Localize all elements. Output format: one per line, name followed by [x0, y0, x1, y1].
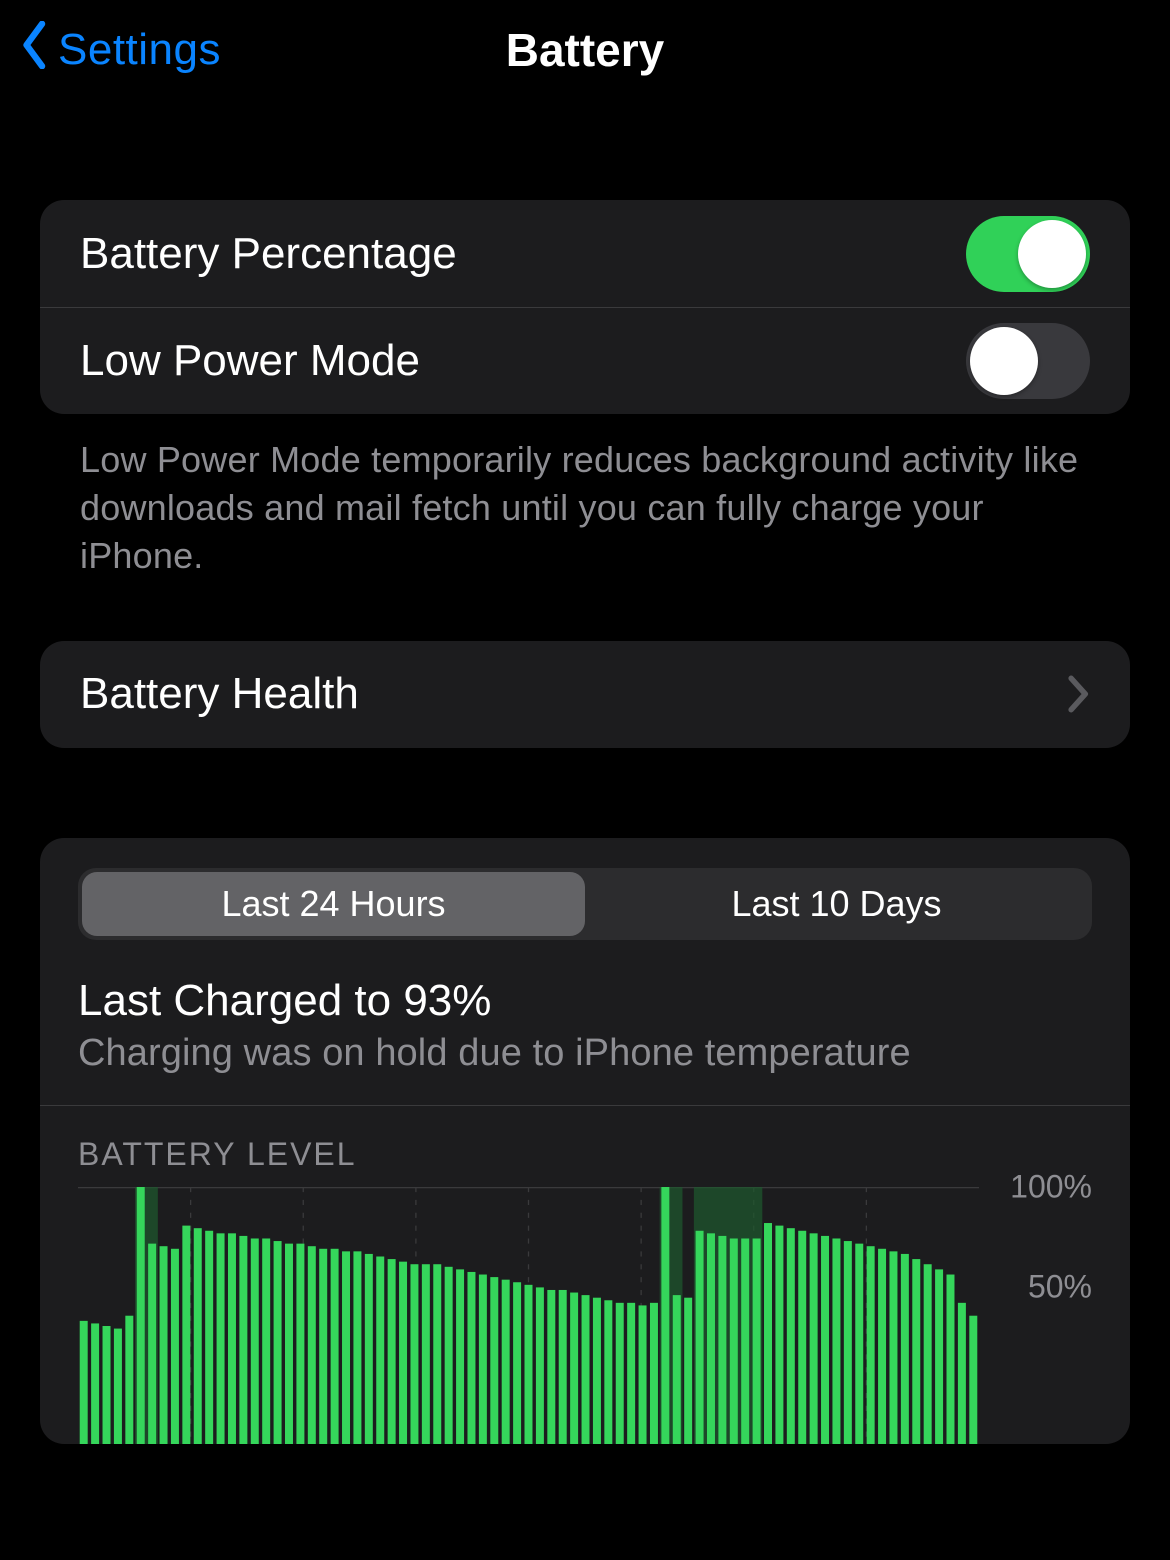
battery-percentage-label: Battery Percentage: [80, 229, 457, 279]
battery-health-group: Battery Health: [40, 641, 1130, 748]
back-label: Settings: [58, 25, 221, 75]
battery-percentage-toggle[interactable]: [966, 216, 1090, 292]
low-power-footer-note: Low Power Mode temporarily reduces backg…: [40, 414, 1130, 581]
divider: [40, 1105, 1130, 1106]
tab-last-24-hours[interactable]: Last 24 Hours: [82, 872, 585, 936]
low-power-label: Low Power Mode: [80, 336, 420, 386]
battery-health-label: Battery Health: [80, 669, 359, 719]
chevron-left-icon: [18, 21, 52, 80]
low-power-toggle[interactable]: [966, 323, 1090, 399]
back-button[interactable]: Settings: [18, 0, 221, 100]
battery-health-row[interactable]: Battery Health: [40, 641, 1130, 748]
y-axis: 100% 50%: [997, 1187, 1092, 1387]
page-title: Battery: [506, 23, 665, 77]
toggle-knob: [1018, 220, 1086, 288]
toggle-knob: [970, 327, 1038, 395]
tab-last-10-days[interactable]: Last 10 Days: [585, 872, 1088, 936]
toggle-group: Battery Percentage Low Power Mode: [40, 200, 1130, 414]
battery-percentage-row: Battery Percentage: [40, 200, 1130, 307]
y-tick-100: 100%: [1010, 1168, 1092, 1205]
chevron-right-icon: [1068, 675, 1090, 713]
usage-card: Last 24 Hours Last 10 Days Last Charged …: [40, 838, 1130, 1444]
time-range-segmented-control: Last 24 Hours Last 10 Days: [78, 868, 1092, 940]
last-charged-subtitle: Charging was on hold due to iPhone tempe…: [78, 1032, 1092, 1075]
y-tick-50: 50%: [1028, 1268, 1092, 1305]
low-power-row: Low Power Mode: [40, 307, 1130, 414]
battery-level-chart-label: BATTERY LEVEL: [78, 1136, 1092, 1173]
last-charged-title: Last Charged to 93%: [78, 976, 1092, 1026]
battery-level-chart: [78, 1187, 979, 1444]
